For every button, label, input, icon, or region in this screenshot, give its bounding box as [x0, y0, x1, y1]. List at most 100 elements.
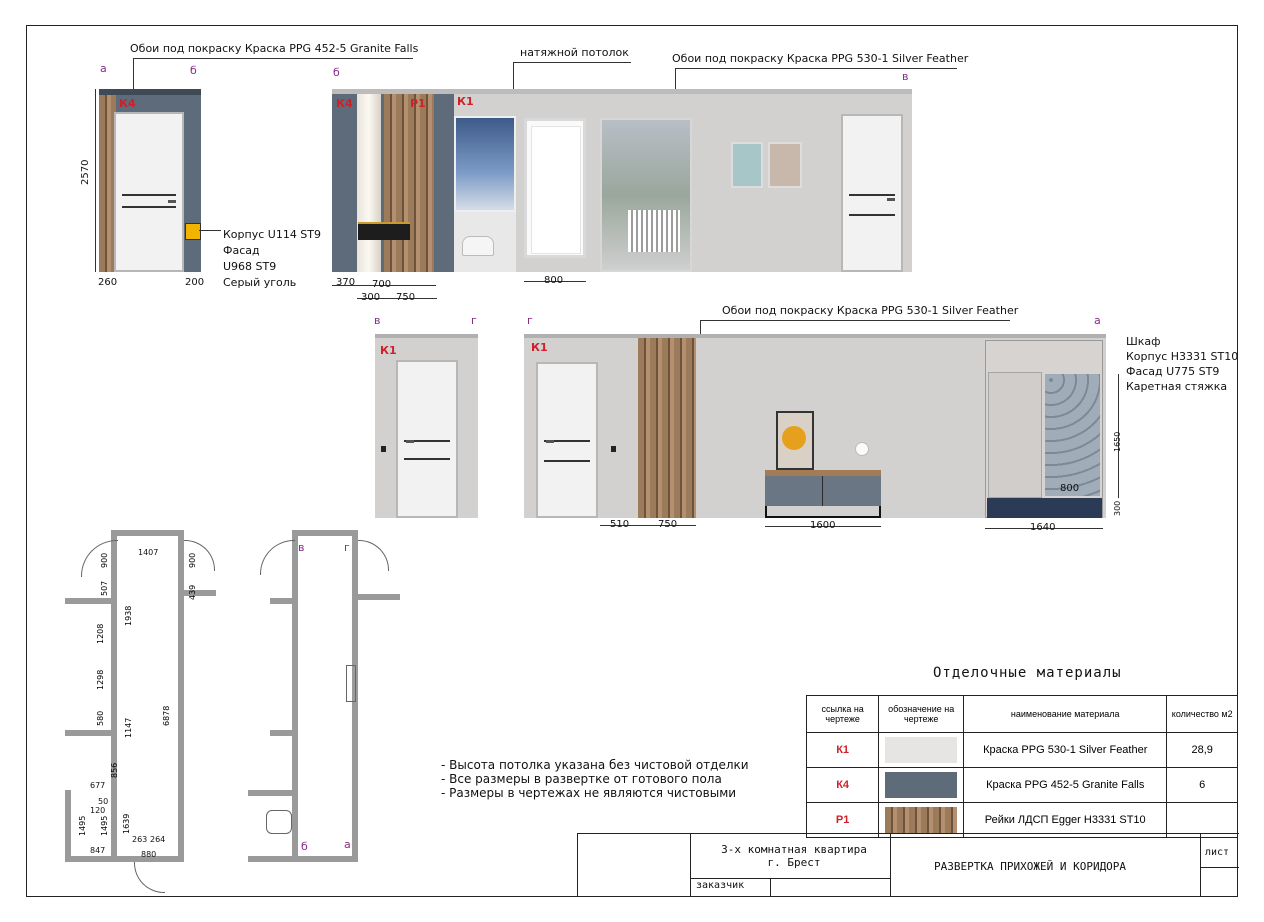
plan1-dim-847: 847	[90, 846, 106, 855]
elev1-mark-a: а	[100, 62, 107, 75]
plan1-dim-439: 439	[188, 584, 197, 600]
elev4-wardrobe-door	[988, 372, 1042, 498]
elev3-mark-v: в	[374, 314, 381, 327]
plan1-dim-6878: 6878	[162, 705, 171, 726]
plan2-mark-g: г	[344, 541, 350, 554]
elev2-dim-800: 800	[544, 275, 564, 286]
elev4-mark-a: а	[1094, 314, 1101, 327]
plan1-dim-677: 677	[90, 781, 106, 790]
elev1-dim-left: 260	[98, 277, 118, 288]
plan1-top-wall	[111, 530, 184, 536]
elev2-door	[841, 114, 903, 272]
elev1-height-dim-line	[95, 89, 96, 272]
customer-label: заказчик	[696, 880, 745, 891]
plan2-mark-b: б	[301, 840, 308, 853]
elev1-door	[114, 112, 184, 272]
elev4-switch	[611, 446, 616, 452]
project-name: 3-х комнатная квартира г. Брест	[721, 843, 867, 869]
elev2-radiator	[628, 210, 680, 252]
elev2-picture-1	[731, 142, 763, 188]
elev2-glass-panel	[531, 126, 581, 254]
title-block: 3-х комнатная квартира г. Брест заказчик …	[577, 833, 1239, 897]
plan2-top-wall	[292, 530, 358, 536]
elev1-note: Корпус U114 ST9 Фасад U968 ST9 Серый уголь	[223, 228, 322, 289]
elev4-console	[765, 470, 881, 506]
elev2-p1-tag: Р1	[410, 97, 426, 110]
elev4-console-legs	[765, 506, 881, 518]
plan1-stub-1	[65, 598, 113, 604]
plan2-toilet-icon	[266, 810, 292, 834]
materials-row: К1 Краска PPG 530-1 Silver Feather 28,9	[805, 732, 1238, 768]
materials-swatch	[885, 807, 958, 833]
elev2-window	[454, 116, 516, 212]
plan1-stub-4	[180, 590, 216, 596]
materials-swatch-cell	[878, 767, 965, 803]
elev2-ceiling-leader-v	[513, 62, 514, 92]
elev2-picture-2	[768, 142, 802, 188]
elev1-mark-b: б	[190, 64, 197, 77]
materials-header-name: наименование материала	[963, 695, 1168, 733]
materials-swatch	[885, 737, 958, 763]
plan1-dim-263: 263	[132, 835, 148, 844]
plan1-dim-900b: 900	[188, 552, 197, 568]
elev4-wallpaper-label: Обои под покраску Краска PPG 530-1 Silve…	[722, 304, 1019, 317]
plan1-dim-900a: 900	[100, 552, 109, 568]
plan2-left-wall	[292, 530, 298, 862]
plan1-dim-50: 50	[98, 797, 109, 806]
note-2: - Все размеры в развертке от готового по…	[441, 772, 722, 786]
plan1-dim-580: 580	[96, 710, 105, 726]
plan1-stub-3	[65, 790, 71, 862]
elev1-leader-v	[133, 58, 134, 90]
elev4-leader	[700, 320, 1010, 321]
elev4-dim-300: 300	[1113, 500, 1122, 516]
plan1-left-wall	[111, 530, 117, 862]
plan1-dim-1495b: 1495	[100, 815, 109, 836]
materials-title: Отделочные материалы	[933, 665, 1122, 681]
elev1-wallpaper-label: Обои под покраску Краска PPG 452-5 Grani…	[130, 42, 419, 55]
elev2-k1-tag: К1	[457, 95, 474, 108]
plan2-mark-a: а	[344, 838, 351, 851]
elev2-wallpaper-label: Обои под покраску Краска PPG 530-1 Silve…	[672, 52, 969, 65]
materials-qty: 28,9	[1166, 732, 1238, 768]
elev2-dim-700: 700	[372, 279, 392, 290]
elev1-note-leader	[199, 230, 221, 231]
plan2-stub-1	[270, 598, 294, 604]
materials-header-row: ссылка на чертеже обозначение на чертеже…	[805, 695, 1238, 733]
elev3-mark-g: г	[471, 314, 477, 327]
materials-swatch-cell	[878, 732, 965, 768]
elev4-dim-1600: 1600	[810, 520, 836, 531]
elev4-dim-750: 750	[658, 519, 678, 530]
materials-name: Краска PPG 452-5 Granite Falls	[963, 767, 1168, 803]
elev2-ceiling-leader	[513, 62, 631, 63]
plan1-dim-1639: 1639	[122, 813, 131, 834]
elev2-dim-370: 370	[336, 277, 356, 288]
materials-table: ссылка на чертеже обозначение на чертеже…	[805, 695, 1238, 838]
elev3-switch	[381, 446, 386, 452]
elev4-dim-1650: 1650	[1113, 431, 1122, 452]
elev2-dim-300: 300	[361, 292, 381, 303]
elev3-door	[396, 360, 458, 518]
elev4-wardrobe-note: Шкаф Корпус H3331 ST10 Фасад U775 ST9 Карет…	[1126, 335, 1239, 393]
plan2-mark-v: в	[298, 541, 305, 554]
elev4-dim-800: 800	[1060, 483, 1080, 494]
plan2-bottom-wall	[248, 856, 358, 862]
plan1-dim-1208: 1208	[96, 623, 105, 644]
plan1-dim-264: 264	[150, 835, 166, 844]
materials-swatch	[885, 772, 958, 798]
elev4-shoe-shelf	[987, 498, 1102, 518]
elev2-mirror	[357, 94, 381, 272]
elev3-ceiling	[375, 334, 478, 338]
elev2-shelf	[358, 222, 410, 240]
elev4-door	[536, 362, 598, 518]
elev4-lamp	[855, 442, 869, 456]
elev2-wood-slats	[384, 94, 434, 272]
general-notes: - Высота потолка указана без чистовой от…	[441, 758, 749, 800]
elev2-mark-b: б	[333, 66, 340, 79]
plan1-dim-507: 507	[100, 580, 109, 596]
elev1-k4-tag: К4	[119, 97, 136, 110]
materials-ref: К4	[805, 767, 880, 803]
materials-qty: 6	[1166, 767, 1238, 803]
elev2-ceiling-label: натяжной потолок	[520, 46, 629, 59]
elev4-k1-tag: К1	[531, 341, 548, 354]
sheet-title: РАЗВЕРТКА ПРИХОЖЕЙ И КОРИДОРА	[934, 860, 1127, 873]
